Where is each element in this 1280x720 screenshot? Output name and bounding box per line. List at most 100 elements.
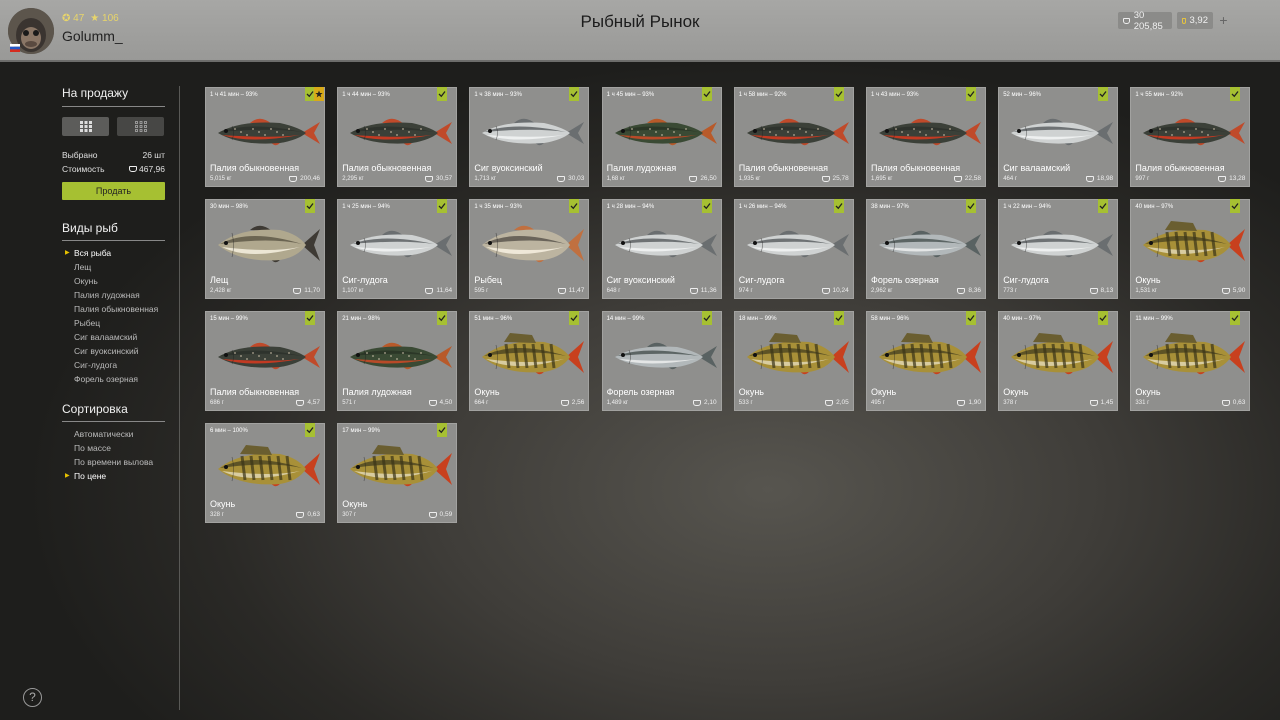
selected-check-icon[interactable] — [1230, 311, 1241, 325]
fish-card[interactable]: 51 мин – 96% Окунь 664 г 2,56 — [469, 311, 590, 411]
fish-card[interactable]: 52 мин – 96% Сиг валаамский 464 г 18,98 — [998, 87, 1119, 187]
fish-card[interactable]: 1 ч 25 мин – 94% Сиг-лудога 1,107 кг 11,64 — [337, 199, 458, 299]
selected-check-icon[interactable] — [305, 311, 315, 325]
fish-card[interactable]: 6 мин – 100% Окунь 328 г 0,63 — [205, 423, 325, 523]
selected-check-icon[interactable] — [1230, 87, 1241, 101]
fish-card[interactable]: 1 ч 45 мин – 93% Палия лудожная 1,68 кг 26,… — [601, 87, 722, 187]
selected-check-icon[interactable] — [833, 199, 844, 213]
fish-types-title: Виды рыб — [62, 221, 118, 235]
selected-check-icon[interactable] — [437, 87, 448, 101]
gold-coin-icon — [1182, 17, 1186, 24]
fish-price: 2,56 — [560, 399, 584, 406]
fish-card[interactable]: 1 ч 38 мин – 93% Сиг вуоксинский 1,713 кг 3… — [469, 87, 590, 187]
selected-check-icon[interactable] — [966, 199, 976, 213]
selected-check-icon[interactable] — [437, 423, 448, 437]
char-fish-icon — [210, 333, 322, 381]
bream-fish-icon — [210, 221, 322, 269]
star-icon[interactable] — [314, 87, 324, 101]
selected-check-icon[interactable] — [569, 311, 580, 325]
fish-weight: 331 г — [1135, 400, 1150, 406]
selected-check-icon[interactable] — [437, 199, 448, 213]
fish-filter-item[interactable]: Сиг-лудога — [74, 360, 117, 370]
selected-check-icon[interactable] — [305, 199, 315, 213]
fish-card[interactable]: 40 мин – 97% Окунь 378 г 1,45 — [998, 311, 1119, 411]
sort-option-item[interactable]: По массе — [74, 443, 111, 453]
catch-time: 1 ч 28 мин – 94% — [606, 204, 655, 210]
fish-card[interactable]: 18 мин – 99% Окунь 533 г 2,05 — [733, 311, 854, 411]
fish-filter-item[interactable]: Сиг вуоксинский — [74, 346, 139, 356]
fish-card[interactable]: 40 мин – 97% Окунь 1,531 кг 5,90 — [1130, 199, 1251, 299]
fish-card[interactable]: 1 ч 58 мин – 92% Палия обыкновенная 1,935 … — [733, 87, 854, 187]
selected-check-icon[interactable] — [966, 87, 976, 101]
selected-check-icon[interactable] — [701, 311, 712, 325]
sort-option-item[interactable]: ▶ По цене — [65, 471, 106, 481]
fish-card[interactable]: 1 ч 44 мин – 93% Палия обыкновенная 2,295 … — [337, 87, 458, 187]
fish-card[interactable]: 1 ч 55 мин – 92% Палия обыкновенная 997 г 1… — [1130, 87, 1251, 187]
help-button[interactable]: ? — [23, 688, 42, 707]
selected-check-icon[interactable] — [701, 199, 712, 213]
fish-card[interactable]: 17 мин – 99% Окунь 307 г 0,59 — [337, 423, 458, 523]
sell-button[interactable]: Продать — [62, 182, 165, 200]
silver-balance: 30 205,85 — [1118, 10, 1172, 32]
fish-card[interactable]: 1 ч 35 мин – 93% Рыбец 595 г 11,47 — [469, 199, 590, 299]
silver-coin-icon — [825, 399, 834, 406]
fish-card[interactable]: 1 ч 26 мин – 94% Сиг-лудога 974 г 10,24 — [733, 199, 854, 299]
fish-card[interactable]: 11 мин – 99% Окунь 331 г 0,63 — [1130, 311, 1251, 411]
fish-card[interactable]: 38 мин – 97% Форель озерная 2,962 кг 8,36 — [866, 199, 986, 299]
char-fish-icon — [739, 109, 851, 157]
fish-price: 11,36 — [689, 287, 717, 294]
fish-filter-item[interactable]: ▶ Вся рыба — [65, 248, 111, 258]
selected-check-icon[interactable] — [437, 311, 448, 325]
fish-filter-item[interactable]: Палия обыкновенная — [74, 304, 158, 314]
fish-card[interactable]: 15 мин – 99% Палия обыкновенная 686 г 4,57 — [205, 311, 325, 411]
fish-card[interactable]: 1 ч 28 мин – 94% Сиг вуоксинский 648 г 11,3… — [601, 199, 722, 299]
char-fish-icon — [210, 109, 322, 157]
fish-price: 8,36 — [957, 287, 981, 294]
char2-fish-icon — [342, 333, 454, 381]
selected-check-icon[interactable] — [833, 311, 844, 325]
fish-filter-item[interactable]: Лещ — [74, 262, 91, 272]
fish-filter-item[interactable]: Сиг валаамский — [74, 332, 137, 342]
fish-name: Палия обыкновенная — [210, 163, 300, 173]
sort-option-item[interactable]: Автоматически — [74, 429, 133, 439]
selected-check-icon[interactable] — [1098, 311, 1109, 325]
selected-check-icon[interactable] — [1098, 199, 1109, 213]
fish-price: 2,05 — [825, 399, 849, 406]
fish-card[interactable]: 1 ч 43 мин – 93% Палия обыкновенная 1,695 … — [866, 87, 986, 187]
selected-check-icon[interactable] — [569, 199, 580, 213]
fish-weight: 1,489 кг — [606, 400, 629, 406]
silver-coin-icon — [953, 175, 962, 182]
grid-large-view-button[interactable] — [62, 117, 109, 136]
fish-filter-item[interactable]: Окунь — [74, 276, 98, 286]
fish-card[interactable]: 1 ч 22 мин – 94% Сиг-лудога 773 г 8,13 — [998, 199, 1119, 299]
fish-name: Окунь — [1135, 387, 1161, 397]
selected-check-icon[interactable] — [833, 87, 844, 101]
grid-small-view-button[interactable] — [117, 117, 164, 136]
selected-check-icon[interactable] — [701, 87, 712, 101]
add-currency-button[interactable]: + — [1215, 12, 1232, 29]
catch-time: 18 мин – 99% — [738, 316, 777, 322]
catch-time: 1 ч 41 мин – 93% — [210, 92, 258, 98]
fish-price: 25,78 — [821, 175, 849, 182]
fish-filter-item[interactable]: Рыбец — [74, 318, 100, 328]
selected-check-icon[interactable] — [569, 87, 580, 101]
silver-coin-icon — [560, 399, 569, 406]
fish-card[interactable]: 21 мин – 98% Палия лудожная 571 г 4,50 — [337, 311, 458, 411]
selected-check-icon[interactable] — [966, 311, 976, 325]
selected-check-icon[interactable] — [1098, 87, 1109, 101]
perch-fish-icon — [342, 445, 454, 493]
sort-title: Сортировка — [62, 402, 128, 416]
selected-check-icon[interactable] — [305, 423, 315, 437]
fish-card[interactable]: 58 мин – 96% Окунь 495 г 1,90 — [866, 311, 986, 411]
fish-filter-item[interactable]: Форель озерная — [74, 374, 138, 384]
fish-card[interactable]: 1 ч 41 мин – 93% Палия обыкновенная 5,015 … — [205, 87, 325, 187]
selected-arrow-icon: ▶ — [65, 250, 70, 256]
catch-time: 58 мин – 96% — [871, 316, 909, 322]
fish-card[interactable]: 14 мин – 99% Форель озерная 1,489 кг 2,10 — [601, 311, 722, 411]
catch-time: 1 ч 38 мин – 93% — [474, 92, 522, 98]
fish-card[interactable]: 30 мин – 98% Лещ 2,428 кг 11,70 — [205, 199, 325, 299]
whitefish-fish-icon — [474, 109, 586, 157]
sort-option-item[interactable]: По времени вылова — [74, 457, 153, 467]
selected-check-icon[interactable] — [1230, 199, 1241, 213]
fish-filter-item[interactable]: Палия лудожная — [74, 290, 140, 300]
